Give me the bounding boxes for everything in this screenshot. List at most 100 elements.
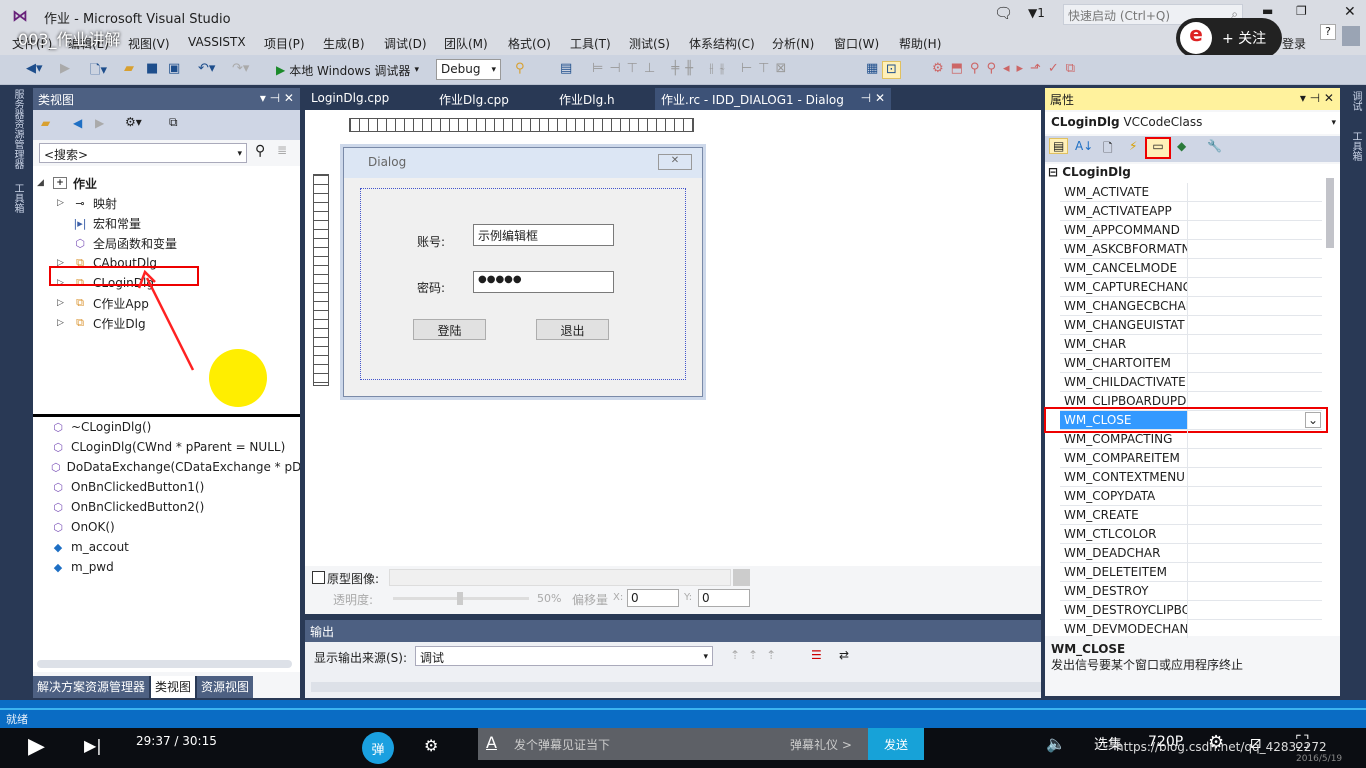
account-avatar[interactable] <box>1342 26 1360 46</box>
danmaku-settings-icon[interactable]: ⚙ <box>424 736 438 755</box>
exit-button[interactable]: 退出 <box>536 319 609 340</box>
member-item[interactable]: ⬡ OnOK() <box>51 517 115 537</box>
message-row[interactable]: WM_COMPAREITEM <box>1060 449 1322 468</box>
member-item[interactable]: ⬡ OnBnClickedButton2() <box>51 497 204 517</box>
class-icon[interactable]: ⧉ <box>169 115 178 130</box>
tree-item-globals[interactable]: ⬡ 全局函数和变量 <box>57 233 177 253</box>
messages-icon[interactable]: ▭ <box>1145 137 1171 159</box>
message-handler-value[interactable] <box>1188 183 1322 201</box>
restore-button[interactable]: ❐ <box>1296 4 1307 18</box>
message-handler-value[interactable] <box>1188 468 1322 486</box>
message-handler-value[interactable] <box>1188 601 1322 619</box>
message-row[interactable]: WM_ACTIVATE <box>1060 183 1322 202</box>
message-handler-value[interactable] <box>1188 582 1322 600</box>
object-selector[interactable]: CLoginDlg VCCodeClass ▾ <box>1045 112 1340 134</box>
play-icon[interactable]: ▶ <box>28 734 45 759</box>
message-row[interactable]: WM_DEVMODECHAN <box>1060 620 1322 639</box>
password-edit[interactable]: ●●●●● <box>473 271 614 293</box>
new-project-icon[interactable]: 🗋▾ <box>90 61 107 79</box>
message-handler-value[interactable] <box>1188 202 1322 220</box>
panel-controls[interactable]: ▾ ⊣ ✕ <box>260 91 294 105</box>
close-tab-icon[interactable]: ⊣ ✕ <box>861 91 885 105</box>
message-handler-value[interactable] <box>1188 430 1322 448</box>
message-row[interactable]: WM_ACTIVATEAPP <box>1060 202 1322 221</box>
menu-help[interactable]: 帮助(H) <box>899 35 941 52</box>
login-button[interactable]: 登陆 <box>413 319 486 340</box>
font-style-icon[interactable]: A <box>486 733 497 752</box>
events-icon[interactable]: ⚡ <box>1129 139 1137 153</box>
message-handler-value[interactable] <box>1188 506 1322 524</box>
message-handler-value[interactable] <box>1188 525 1322 543</box>
login-link[interactable]: 登录 <box>1282 35 1306 52</box>
new-folder-icon[interactable]: ▰ <box>41 116 50 130</box>
member-item[interactable]: ◆ m_accout <box>51 537 129 557</box>
message-row[interactable]: WM_ASKCBFORMATN <box>1060 240 1322 259</box>
tab-order-icon[interactable]: ▤ <box>560 61 572 79</box>
danmaku-toggle[interactable]: 弹 <box>362 732 394 764</box>
undo-icon[interactable]: ↶▾ <box>198 61 215 79</box>
dialog-window[interactable]: Dialog ✕ 账号: 示例编辑框 密码: ●●●●● 登陆 退出 <box>343 147 703 397</box>
back-icon[interactable]: ◀ <box>73 116 82 130</box>
category-header[interactable]: ⊟ CLoginDlg <box>1048 165 1131 179</box>
start-debugging-button[interactable]: ▶ 本地 Windows 调试器 ▾ <box>276 60 419 80</box>
search-icon[interactable]: ⚲ <box>255 143 265 159</box>
menu-debug[interactable]: 调试(D) <box>384 35 427 52</box>
menu-build[interactable]: 生成(B) <box>323 35 365 52</box>
member-item[interactable]: ⬡ OnBnClickedButton1() <box>51 477 204 497</box>
menu-test[interactable]: 测试(S) <box>629 35 670 52</box>
message-row[interactable]: WM_COPYDATA <box>1060 487 1322 506</box>
message-row[interactable]: WM_CHANGEUISTAT <box>1060 316 1322 335</box>
prototype-path-input[interactable] <box>389 569 731 586</box>
overrides-icon[interactable]: ◆ <box>1177 139 1186 153</box>
tab-dlg-cpp[interactable]: 作业Dlg.cpp <box>433 88 515 110</box>
minimize-button[interactable]: ▬ <box>1262 4 1273 18</box>
menu-analyze[interactable]: 分析(N) <box>772 35 814 52</box>
vertical-scrollbar[interactable] <box>1326 178 1334 248</box>
redo-icon[interactable]: ↷▾ <box>232 61 249 79</box>
volume-icon[interactable]: 🔈 <box>1046 734 1066 753</box>
message-row[interactable]: WM_DELETEITEM <box>1060 563 1322 582</box>
message-handler-value[interactable] <box>1188 354 1322 372</box>
message-row[interactable]: WM_CTLCOLOR <box>1060 525 1322 544</box>
toolbox-tab[interactable]: 工具箱 <box>1348 131 1363 161</box>
sort-icon[interactable]: ≣ <box>277 143 287 157</box>
message-row[interactable]: WM_APPCOMMAND <box>1060 221 1322 240</box>
forward-icon[interactable]: ▶ <box>60 61 70 79</box>
menu-tools[interactable]: 工具(T) <box>570 35 611 52</box>
menu-project[interactable]: 项目(P) <box>264 35 305 52</box>
danmaku-input[interactable]: A 发个弹幕见证当下 弹幕礼仪 > <box>478 728 868 760</box>
tree-item-project[interactable]: ◢ + 作业 <box>37 173 97 193</box>
notifications[interactable]: ▼1 <box>1028 6 1045 20</box>
tab-solution-explorer[interactable]: 解决方案资源管理器 <box>33 676 150 698</box>
message-handler-value[interactable] <box>1188 544 1322 562</box>
panel-controls[interactable]: ▾ ⊣ ✕ <box>1300 91 1334 105</box>
tab-resource-view[interactable]: 资源视图 <box>197 676 254 698</box>
dialog-designer-canvas[interactable]: Dialog ✕ 账号: 示例编辑框 密码: ●●●●● 登陆 退出 <box>305 110 1041 566</box>
forward-icon[interactable]: ▶ <box>95 116 104 130</box>
message-handler-value[interactable] <box>1188 259 1322 277</box>
menu-vassistx[interactable]: VASSISTX <box>188 35 246 49</box>
message-handler-value[interactable] <box>1188 221 1322 239</box>
tab-rc-dialog[interactable]: 作业.rc - IDD_DIALOG1 - Dialog ⊣ ✕ <box>655 88 891 110</box>
account-edit[interactable]: 示例编辑框 <box>473 224 614 246</box>
message-row[interactable]: WM_DESTROY <box>1060 582 1322 601</box>
prototype-checkbox[interactable] <box>312 571 325 584</box>
properties-icon[interactable]: 🗋 <box>1103 139 1113 160</box>
member-item[interactable]: ⬡ ~CLoginDlg() <box>51 417 151 437</box>
guides-icon[interactable]: ⊡ <box>882 61 901 79</box>
message-row[interactable]: WM_CLOSE ⌄ <box>1044 407 1328 433</box>
output-tools[interactable]: ⇡⇡⇡ <box>730 648 784 662</box>
tree-item-maps[interactable]: ▷ ⊸ 映射 <box>57 193 117 213</box>
help-icon[interactable]: ? <box>1320 24 1336 40</box>
message-row[interactable]: WM_CAPTURECHANG <box>1060 278 1322 297</box>
member-item[interactable]: ⬡ CLoginDlg(CWnd * pParent = NULL) <box>51 437 285 457</box>
menu-window[interactable]: 窗口(W) <box>834 35 879 52</box>
save-all-icon[interactable]: ▣ <box>168 61 180 79</box>
message-row[interactable]: WM_CREATE <box>1060 506 1322 525</box>
member-item[interactable]: ◆ m_pwd <box>51 557 114 577</box>
menu-team[interactable]: 团队(M) <box>444 35 488 52</box>
back-icon[interactable]: ◀▾ <box>26 61 43 79</box>
config-select[interactable]: Debug ▾ <box>436 59 501 80</box>
message-row[interactable]: WM_CHARTOITEM <box>1060 354 1322 373</box>
video-progress[interactable] <box>0 708 1366 710</box>
